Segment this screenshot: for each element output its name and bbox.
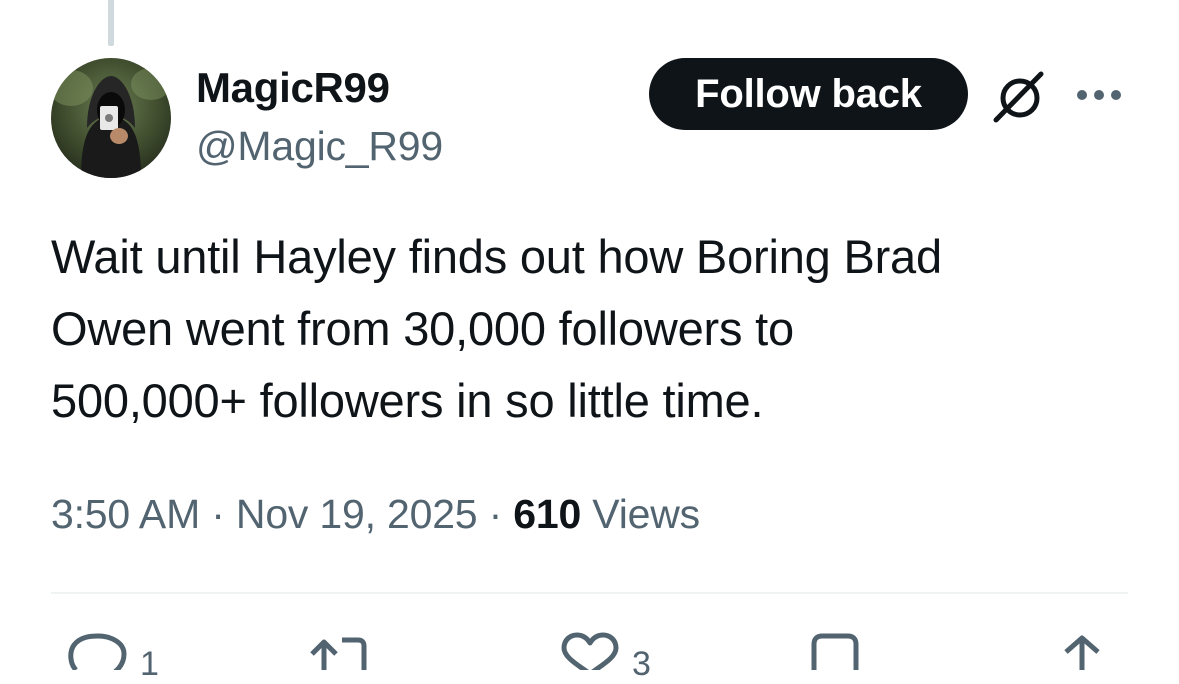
reply-button[interactable]: 1 [66, 630, 159, 683]
hooded-figure-avatar-icon [51, 58, 171, 178]
author-display-name[interactable]: MagicR99 [196, 62, 390, 114]
like-button[interactable]: 3 [560, 630, 651, 683]
tweet-date[interactable]: Nov 19, 2025 [236, 491, 478, 537]
meta-separator: · [488, 491, 503, 537]
more-options-icon[interactable] [1074, 82, 1124, 108]
tweet-meta: 3:50 AM · Nov 19, 2025 · 610 Views [51, 486, 700, 542]
meta-separator: · [211, 491, 225, 537]
tweet-time[interactable]: 3:50 AM [51, 491, 200, 537]
tweet-text: Wait until Hayley finds out how Boring B… [51, 230, 942, 427]
reply-count: 1 [140, 645, 159, 683]
like-icon [561, 632, 619, 670]
thread-connector-line [108, 0, 114, 46]
reply-icon [68, 633, 127, 670]
share-icon [1064, 635, 1100, 670]
grok-icon[interactable] [991, 68, 1049, 126]
retweet-button[interactable] [310, 630, 382, 670]
avatar[interactable] [51, 58, 171, 178]
like-count: 3 [632, 645, 651, 683]
bookmark-icon [811, 633, 859, 670]
share-button[interactable] [1060, 630, 1104, 670]
author-handle[interactable]: @Magic_R99 [196, 120, 443, 172]
bookmark-button[interactable] [810, 630, 872, 670]
views-count[interactable]: 610 [513, 491, 581, 537]
divider [51, 592, 1128, 594]
retweet-icon [310, 637, 367, 670]
follow-back-button[interactable]: Follow back [649, 58, 968, 130]
views-label: Views [592, 491, 700, 537]
